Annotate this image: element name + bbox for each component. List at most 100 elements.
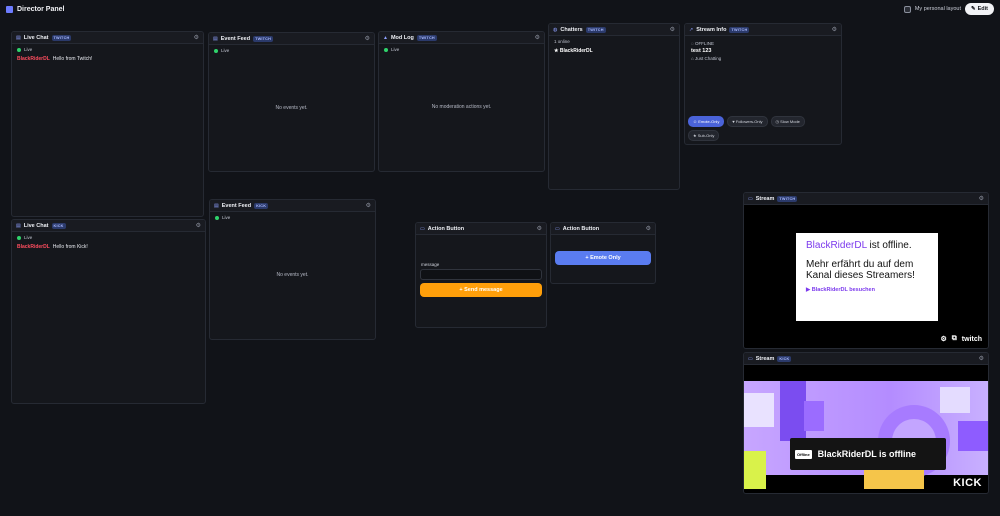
- player-controls: ⚙ ⧉ twitch: [940, 335, 982, 343]
- stream-twitch-panel: ▭ Stream TWITCH ⚙ BlackRiderDL ist offline.…: [743, 192, 989, 349]
- stream-info-panel: ↗ Stream Info TWITCH ⚙ ◌ OFFLINE test 123 ⌂…: [684, 23, 842, 145]
- chat-message: BlackRiderDL Hello from Twitch!: [12, 55, 203, 63]
- platform-badge: TWITCH: [729, 26, 750, 33]
- online-count: 1 online: [554, 39, 570, 44]
- chat-icon: ▤: [16, 34, 21, 41]
- offline-card: BlackRiderDL ist offline. Mehr erfährt d…: [796, 233, 938, 321]
- gear-icon[interactable]: ⚙: [832, 26, 837, 33]
- chat-message: BlackRiderDL Hello from Kick!: [12, 243, 205, 251]
- send-message-button[interactable]: + Send message: [420, 283, 542, 297]
- stream-status: ◌ OFFLINE: [691, 41, 714, 46]
- gear-icon[interactable]: ⚙: [535, 34, 540, 41]
- emote-only-button[interactable]: + Emote Only: [555, 251, 651, 265]
- offline-more-text: Mehr erfährt du auf dem Kanal dieses Str…: [806, 259, 915, 281]
- panel-title: Stream: [755, 355, 775, 362]
- pencil-icon: ✎: [971, 6, 976, 12]
- edit-button-label: Edit: [977, 6, 988, 12]
- top-bar: Director Panel My personal layout ✎ Edit: [0, 0, 1000, 18]
- twitch-player[interactable]: BlackRiderDL ist offline. Mehr erfährt d…: [744, 205, 988, 348]
- gear-icon[interactable]: ⚙: [670, 26, 675, 33]
- video-icon: ▭: [748, 355, 753, 362]
- platform-badge: KICK: [254, 202, 269, 209]
- live-dot-icon: [384, 47, 388, 52]
- popout-icon[interactable]: ⧉: [952, 335, 957, 343]
- message-field-label: message: [421, 262, 440, 267]
- gear-icon[interactable]: ⚙: [196, 222, 201, 229]
- visit-channel-link[interactable]: ▶ BlackRiderDL besuchen: [806, 287, 928, 293]
- live-chat-kick-panel: ▤ Live Chat KICK ⚙ Live BlackRiderDL Hello f…: [11, 219, 206, 404]
- gear-icon[interactable]: ⚙: [979, 355, 984, 362]
- platform-badge: TWITCH: [416, 34, 437, 41]
- gear-icon[interactable]: ⚙: [537, 225, 542, 232]
- settings-icon[interactable]: ⚙: [940, 335, 946, 343]
- chat-username[interactable]: BlackRiderDL: [17, 244, 50, 250]
- live-dot-icon: [215, 215, 219, 220]
- action-button-message-panel: ▭ Action Button ⚙ message + Send message: [415, 222, 547, 328]
- feed-icon: ▤: [214, 202, 219, 209]
- mode-followers-only[interactable]: ♥ Followers-Only: [727, 116, 768, 127]
- live-dot-icon: [17, 235, 21, 240]
- chat-mode-pills: ☺ Emote-Only ♥ Followers-Only ◷ Slow Mod…: [688, 116, 838, 141]
- action-icon: ▭: [555, 225, 560, 232]
- panel-title: Mod Log: [390, 34, 414, 41]
- panel-title: Live Chat: [23, 222, 49, 229]
- event-feed-kick-panel: ▤ Event Feed KICK ⚙ Live No events yet.: [209, 199, 376, 340]
- offline-text: BlackRiderDL is offline: [817, 449, 917, 459]
- stream-kick-panel: ▭ Stream KICK ⚙ Offline BlackRiderDL is off…: [743, 352, 989, 494]
- feed-icon: ▤: [213, 35, 218, 42]
- platform-badge: TWITCH: [777, 195, 798, 202]
- chatters-panel: ◍ Chatters TWITCH ⚙ 1 online ★ BlackRiderDL: [548, 23, 680, 190]
- kick-player[interactable]: Offline BlackRiderDL is offline KICK: [744, 365, 988, 493]
- banner-shapes: [744, 381, 988, 489]
- chat-text: Hello from Kick!: [52, 244, 88, 250]
- gear-icon[interactable]: ⚙: [365, 35, 370, 42]
- platform-badge: KICK: [51, 222, 66, 229]
- live-dot-icon: [17, 47, 21, 52]
- info-icon: ↗: [689, 26, 694, 33]
- shield-icon: ▲: [383, 34, 388, 41]
- panel-title: Stream: [755, 195, 775, 202]
- action-icon: ▭: [420, 225, 425, 232]
- mode-sub-only[interactable]: ★ Sub-Only: [688, 130, 720, 141]
- live-dot-icon: [214, 48, 218, 53]
- platform-badge: KICK: [777, 355, 792, 362]
- chat-icon: ▤: [16, 222, 21, 229]
- edit-button[interactable]: ✎ Edit: [965, 3, 994, 15]
- personal-layout-checkbox[interactable]: [903, 5, 911, 13]
- empty-message: No events yet.: [275, 105, 308, 111]
- offline-box: Offline BlackRiderDL is offline: [790, 438, 946, 470]
- platform-badge: TWITCH: [253, 35, 274, 42]
- stream-category: ⌂ Just Chatting: [691, 56, 722, 61]
- live-status: Live: [12, 44, 203, 55]
- offline-tag: Offline: [795, 449, 812, 459]
- live-chat-twitch-panel: ▤ Live Chat TWITCH ⚙ Live BlackRiderDL Hello…: [11, 31, 204, 217]
- message-input[interactable]: [420, 269, 542, 280]
- gear-icon[interactable]: ⚙: [646, 225, 651, 232]
- chatter-item[interactable]: ★ BlackRiderDL: [549, 47, 679, 55]
- platform-badge: TWITCH: [51, 34, 72, 41]
- panel-title: Chatters: [560, 26, 583, 33]
- panel-title: Action Button: [427, 225, 465, 232]
- live-status: Live: [209, 45, 374, 56]
- mode-emote-only[interactable]: ☺ Emote-Only: [688, 116, 725, 127]
- gear-icon[interactable]: ⚙: [979, 195, 984, 202]
- gear-icon[interactable]: ⚙: [366, 202, 371, 209]
- action-button-emote-panel: ▭ Action Button ⚙ + Emote Only: [550, 222, 656, 284]
- panel-title: Event Feed: [220, 35, 251, 42]
- panel-title: Live Chat: [23, 34, 49, 41]
- platform-badge: TWITCH: [585, 26, 606, 33]
- mod-log-panel: ▲ Mod Log TWITCH ⚙ Live No moderation actio…: [378, 31, 545, 172]
- panel-title: Stream Info: [696, 26, 727, 33]
- live-status: Live: [210, 212, 375, 223]
- users-icon: ◍: [553, 26, 558, 33]
- live-status: Live: [12, 232, 205, 243]
- chat-username[interactable]: BlackRiderDL: [17, 56, 50, 62]
- live-status: Live: [379, 44, 544, 55]
- gear-icon[interactable]: ⚙: [194, 34, 199, 41]
- panel-title: Event Feed: [221, 202, 252, 209]
- mode-slow-mode[interactable]: ◷ Slow Mode: [770, 116, 805, 127]
- chat-text: Hello from Twitch!: [52, 56, 93, 62]
- twitch-logo[interactable]: twitch: [962, 336, 982, 343]
- empty-message: No events yet.: [276, 272, 309, 278]
- channel-name[interactable]: BlackRiderDL: [806, 240, 867, 251]
